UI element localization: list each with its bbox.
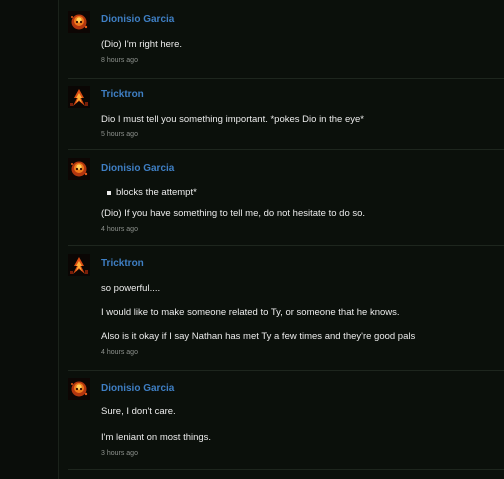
bullet-list-item: blocks the attempt*: [107, 187, 197, 198]
flame-skull-icon: [68, 11, 90, 33]
flame-skull-icon: [68, 158, 90, 180]
comment-divider: [68, 370, 504, 371]
username[interactable]: Dionisio Garcia: [101, 14, 174, 25]
timestamp[interactable]: 4 hours ago: [101, 226, 138, 233]
comment-text: I would like to make someone related to …: [101, 307, 400, 318]
comment-text: Sure, I don't care.: [101, 406, 176, 417]
comment-text: (Dio) I'm right here.: [101, 39, 183, 50]
timestamp[interactable]: 8 hours ago: [101, 57, 138, 64]
avatar[interactable]: [68, 378, 90, 400]
comment-text: Dio I must tell you something important.…: [101, 114, 364, 125]
comment-item: Dionisio Garcia blocks the attempt* (Dio…: [68, 158, 504, 242]
comment-item: Dionisio Garcia (Dio) I'm right here. 8 …: [68, 11, 504, 71]
bullet-icon: [107, 191, 111, 195]
flame-figure-icon: [68, 86, 90, 108]
comment-text: so powerful....: [101, 283, 161, 294]
comment-divider: [68, 78, 504, 79]
comment-divider: [68, 245, 504, 246]
comment-item: Tricktron so powerful.... I would like t…: [68, 254, 504, 366]
avatar[interactable]: [68, 254, 90, 276]
comment-text: (Dio) If you have something to tell me, …: [101, 208, 366, 219]
avatar[interactable]: [68, 158, 90, 180]
comment-text: I'm leniant on most things.: [101, 432, 212, 443]
username[interactable]: Tricktron: [101, 89, 144, 100]
comment-item: Tricktron Dio I must tell you something …: [68, 86, 504, 146]
flame-skull-icon: [68, 378, 90, 400]
comment-divider: [68, 469, 504, 470]
comment-text: Also is it okay if I say Nathan has met …: [101, 331, 416, 342]
comment-divider: [68, 149, 504, 150]
username[interactable]: Dionisio Garcia: [101, 163, 174, 174]
bullet-text: blocks the attempt*: [116, 187, 197, 198]
left-gutter: [0, 0, 58, 479]
comment-page: Dionisio Garcia (Dio) I'm right here. 8 …: [0, 0, 504, 479]
username[interactable]: Dionisio Garcia: [101, 383, 174, 394]
flame-figure-icon: [68, 254, 90, 276]
timestamp[interactable]: 4 hours ago: [101, 349, 138, 356]
comment-item: Dionisio Garcia Sure, I don't care. I'm …: [68, 378, 504, 468]
timestamp[interactable]: 3 hours ago: [101, 450, 138, 457]
username[interactable]: Tricktron: [101, 258, 144, 269]
avatar[interactable]: [68, 86, 90, 108]
timestamp[interactable]: 5 hours ago: [101, 131, 138, 138]
avatar[interactable]: [68, 11, 90, 33]
